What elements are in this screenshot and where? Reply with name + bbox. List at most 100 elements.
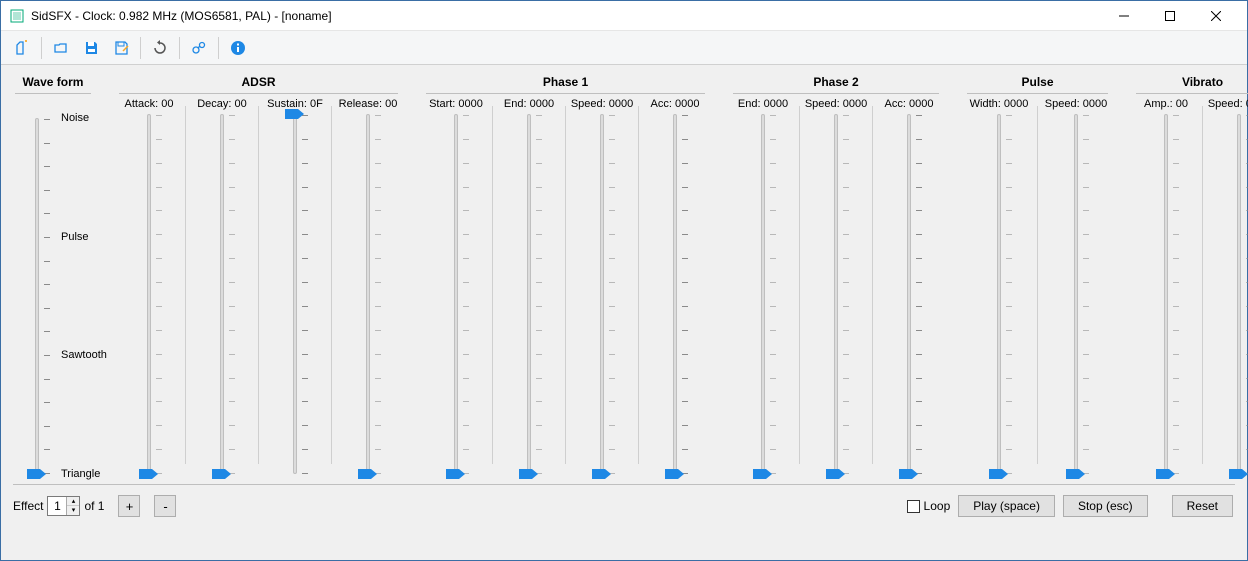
slider-thumb[interactable]: [1156, 468, 1176, 480]
stop-button[interactable]: Stop (esc): [1063, 495, 1148, 517]
effect-number-field[interactable]: ▴ ▾: [47, 496, 80, 516]
slider[interactable]: [1048, 114, 1104, 474]
slider-thumb[interactable]: [519, 468, 539, 480]
window-title: SidSFX - Clock: 0.982 MHz (MOS6581, PAL)…: [31, 9, 332, 23]
slider-thumb[interactable]: [989, 468, 1009, 480]
slider-column: Speed: 0000: [802, 98, 870, 474]
reset-button[interactable]: Reset: [1172, 495, 1233, 517]
slider-label: Speed: 0000: [1208, 98, 1248, 110]
slider-label: Amp.: 00: [1144, 98, 1188, 110]
add-effect-button[interactable]: +: [118, 495, 140, 517]
slider-label: End: 0000: [504, 98, 554, 110]
waveform-tick-label: Noise: [61, 112, 89, 124]
loop-checkbox[interactable]: Loop: [907, 499, 951, 513]
slider[interactable]: [194, 114, 250, 474]
slider[interactable]: [1138, 114, 1194, 474]
slider-thumb[interactable]: [826, 468, 846, 480]
slider-label: Start: 0000: [429, 98, 483, 110]
effect-number-input[interactable]: [48, 499, 66, 513]
column-separator: [185, 106, 186, 464]
effect-spin-down[interactable]: ▾: [67, 506, 79, 515]
group-header: Phase 1: [422, 73, 709, 93]
slider-thumb[interactable]: [212, 468, 232, 480]
new-icon[interactable]: [7, 34, 37, 62]
column-separator: [331, 106, 332, 464]
column-separator: [1202, 106, 1203, 464]
slider-column: Acc: 0000: [641, 98, 709, 474]
slider-thumb[interactable]: [592, 468, 612, 480]
slider[interactable]: [340, 114, 396, 474]
slider[interactable]: [574, 114, 630, 474]
slider-column: Acc: 0000: [875, 98, 943, 474]
save-as-icon[interactable]: [106, 34, 136, 62]
slider-thumb[interactable]: [1229, 468, 1248, 480]
column-separator: [638, 106, 639, 464]
slider[interactable]: [971, 114, 1027, 474]
slider[interactable]: [428, 114, 484, 474]
slider[interactable]: [121, 114, 177, 474]
column-separator: [799, 106, 800, 464]
slider-thumb[interactable]: [753, 468, 773, 480]
slider-label: Decay: 00: [197, 98, 247, 110]
minimize-button[interactable]: [1101, 1, 1147, 31]
app-window: SidSFX - Clock: 0.982 MHz (MOS6581, PAL)…: [0, 0, 1248, 561]
group: PulseWidth: 0000Speed: 0000: [963, 73, 1112, 474]
slider-thumb[interactable]: [27, 468, 47, 480]
slider[interactable]: [808, 114, 864, 474]
slider-thumb[interactable]: [899, 468, 919, 480]
refresh-icon[interactable]: [145, 34, 175, 62]
slider-column: Sustain: 0F: [261, 98, 329, 474]
slider-column: NoisePulseSawtoothTriangle: [11, 98, 95, 474]
waveform-tick-label: Sawtooth: [61, 349, 107, 361]
slider-label: Width: 0000: [970, 98, 1029, 110]
slider-thumb[interactable]: [446, 468, 466, 480]
group: Wave form NoisePulseSawtoothTriangle: [11, 73, 95, 474]
slider[interactable]: [647, 114, 703, 474]
slider-column: Speed: 0000: [1205, 98, 1248, 474]
waveform-tick-label: Pulse: [61, 231, 89, 243]
slider-label: Acc: 0000: [885, 98, 934, 110]
info-icon[interactable]: [223, 34, 253, 62]
slider-column: Release: 00: [334, 98, 402, 474]
slider-thumb[interactable]: [285, 108, 305, 120]
open-icon[interactable]: [46, 34, 76, 62]
slider-thumb[interactable]: [665, 468, 685, 480]
slider-thumb[interactable]: [1066, 468, 1086, 480]
slider-label: End: 0000: [738, 98, 788, 110]
slider[interactable]: [267, 114, 323, 474]
play-button[interactable]: Play (space): [958, 495, 1055, 517]
slider-label: Release: 00: [339, 98, 398, 110]
slider-label: Acc: 0000: [651, 98, 700, 110]
column-separator: [1037, 106, 1038, 464]
group-header: Phase 2: [729, 73, 943, 93]
slider-column: Decay: 00: [188, 98, 256, 474]
group-header: Pulse: [963, 73, 1112, 93]
app-icon: [9, 8, 25, 24]
remove-effect-button[interactable]: -: [154, 495, 176, 517]
maximize-button[interactable]: [1147, 1, 1193, 31]
slider-column: Start: 0000: [422, 98, 490, 474]
group: Phase 2 End: 0000 Speed: 0000 Acc: 0000: [729, 73, 943, 474]
slider[interactable]: [735, 114, 791, 474]
slider[interactable]: [1211, 114, 1248, 474]
close-button[interactable]: [1193, 1, 1239, 31]
slider[interactable]: [501, 114, 557, 474]
column-separator: [872, 106, 873, 464]
slider-thumb[interactable]: [139, 468, 159, 480]
column-separator: [565, 106, 566, 464]
group-header: Wave form: [11, 73, 95, 93]
effect-of-label: of 1: [84, 499, 104, 513]
content-area: Wave formNoisePulseSawtoothTriangleADSRA…: [1, 65, 1247, 560]
slider-label: Attack: 00: [125, 98, 174, 110]
save-icon[interactable]: [76, 34, 106, 62]
slider-thumb[interactable]: [358, 468, 378, 480]
group: Phase 1 Start: 0000 End: 0000 Speed: 0000 Ac…: [422, 73, 709, 474]
group: ADSRAttack: 00Decay: 00Sustain: 0FReleas…: [115, 73, 402, 474]
column-separator: [492, 106, 493, 464]
effect-label: Effect: [13, 499, 43, 513]
cycle-icon[interactable]: [184, 34, 214, 62]
slider[interactable]: NoisePulseSawtoothTriangle: [17, 118, 57, 474]
slider[interactable]: [881, 114, 937, 474]
effect-spin-up[interactable]: ▴: [67, 497, 79, 506]
slider-column: Speed: 0000: [568, 98, 636, 474]
